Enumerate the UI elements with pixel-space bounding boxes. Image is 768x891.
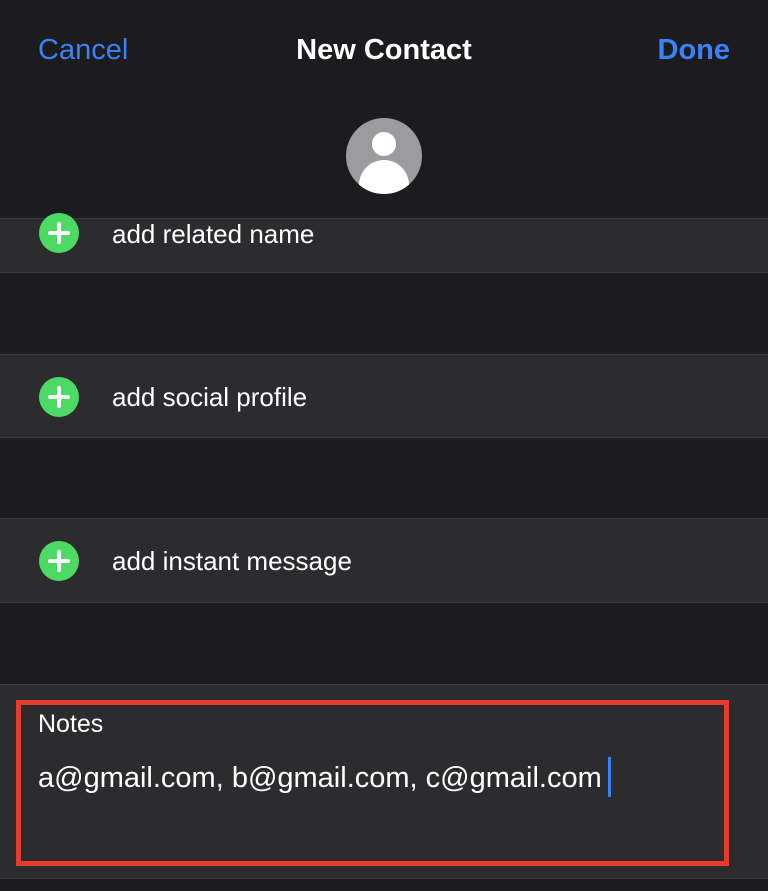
- add-related-name-label: add related name: [112, 219, 315, 249]
- add-related-name-row[interactable]: add related name: [0, 213, 768, 273]
- plus-circle-icon[interactable]: [39, 213, 79, 253]
- add-social-profile-label: add social profile: [112, 382, 308, 412]
- notes-label: Notes: [38, 710, 104, 738]
- bottom-divider: [0, 878, 768, 891]
- notes-text: a@gmail.com, b@gmail.com, c@gmail.com: [38, 762, 602, 794]
- add-instant-message-label: add instant message: [112, 546, 352, 576]
- plus-circle-icon[interactable]: [39, 377, 79, 417]
- plus-circle-icon[interactable]: [39, 541, 79, 581]
- add-instant-message-row[interactable]: add instant message: [0, 518, 768, 603]
- person-placeholder-icon[interactable]: [346, 118, 422, 194]
- avatar-head: [372, 132, 396, 156]
- done-button[interactable]: Done: [658, 34, 731, 67]
- notes-field[interactable]: a@gmail.com, b@gmail.com, c@gmail.com: [38, 757, 611, 797]
- nav-bar: Cancel New Contact Done: [0, 0, 768, 104]
- avatar-body: [359, 160, 409, 194]
- text-cursor: [607, 757, 611, 797]
- new-contact-sheet: Cancel New Contact Done add related name…: [0, 0, 768, 891]
- page-title: New Contact: [296, 34, 472, 66]
- add-social-profile-row[interactable]: add social profile: [0, 354, 768, 438]
